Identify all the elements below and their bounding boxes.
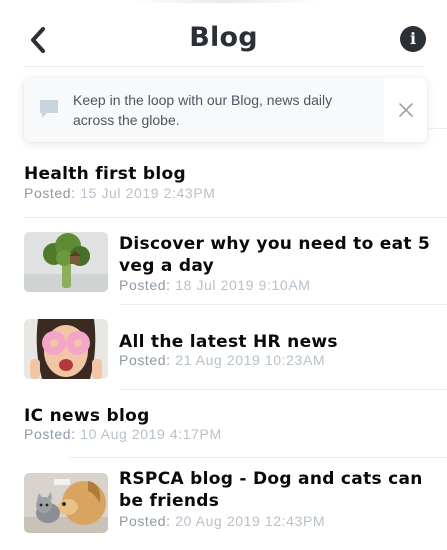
post-date-value: 21 Aug 2019 10:23AM (175, 352, 326, 368)
app-header: Blog i (0, 0, 447, 70)
post-date-value: 20 Aug 2019 12:43PM (175, 513, 326, 529)
divider (427, 128, 447, 129)
posted-label: Posted: (24, 426, 76, 442)
post-title: Discover why you need to eat 5 veg a day (119, 234, 431, 276)
blog-list-item[interactable]: All the latest HR news Posted: 21 Aug 20… (0, 318, 447, 390)
posted-label: Posted: (119, 352, 171, 368)
blog-list-item[interactable]: IC news blog Posted: 10 Aug 2019 4:17PM (0, 402, 447, 458)
blog-list-item[interactable]: RSPCA blog - Dog and cats can be friends… (0, 468, 447, 548)
post-date: Posted: 21 Aug 2019 10:23AM (119, 352, 325, 368)
post-thumbnail (24, 232, 108, 292)
blog-list-item[interactable]: Health first blog Posted: 15 Jul 2019 2:… (0, 160, 447, 218)
post-date-value: 15 Jul 2019 2:43PM (80, 185, 216, 201)
header-divider (24, 66, 423, 67)
info-banner: Keep in the loop with our Blog, news dai… (24, 78, 427, 142)
post-date-value: 10 Aug 2019 4:17PM (80, 426, 222, 442)
list-divider (24, 217, 447, 218)
post-date: Posted: 18 Jul 2019 9:10AM (119, 277, 311, 293)
post-date-value: 18 Jul 2019 9:10AM (175, 277, 311, 293)
info-icon: i (409, 29, 417, 48)
blog-list-item[interactable]: Discover why you need to eat 5 veg a day… (0, 230, 447, 305)
chat-bubble-icon (40, 100, 58, 118)
post-title: IC news blog (24, 406, 150, 426)
post-title: RSPCA blog - Dog and cats can be friends (119, 469, 423, 511)
posted-label: Posted: (24, 185, 76, 201)
post-thumbnail (24, 473, 108, 533)
broccoli-treehouse-image (24, 232, 108, 292)
post-date: Posted: 15 Jul 2019 2:43PM (24, 185, 216, 201)
banner-text: Keep in the loop with our Blog, news dai… (73, 92, 333, 128)
list-divider (119, 304, 447, 305)
banner-body: Keep in the loop with our Blog, news dai… (24, 78, 384, 142)
post-thumbnail (24, 319, 108, 379)
page-title: Blog (189, 22, 258, 53)
posted-label: Posted: (119, 513, 171, 529)
posted-label: Posted: (119, 277, 171, 293)
post-date: Posted: 20 Aug 2019 12:43PM (119, 513, 325, 529)
post-date: Posted: 10 Aug 2019 4:17PM (24, 426, 222, 442)
banner-close-button[interactable] (393, 97, 419, 123)
info-button[interactable]: i (400, 26, 426, 52)
post-title: Health first blog (24, 164, 186, 184)
post-title: All the latest HR news (119, 332, 338, 352)
woman-donut-eyes-image (24, 319, 108, 379)
dog-and-kitten-image (24, 473, 108, 533)
list-divider (70, 457, 447, 458)
close-icon (399, 103, 413, 117)
list-divider (119, 389, 447, 390)
